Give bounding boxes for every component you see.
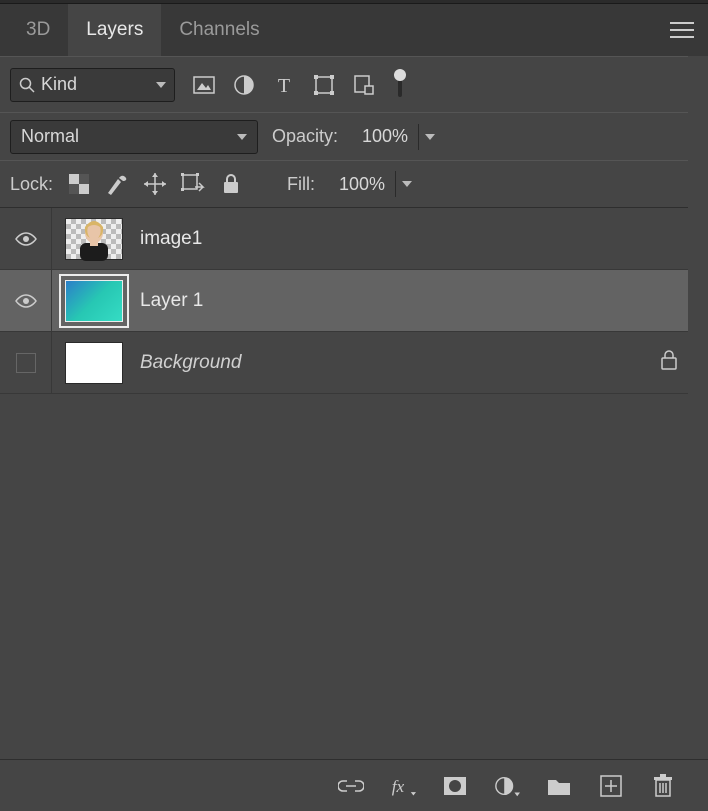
lock-icons	[67, 172, 243, 196]
filter-toggle[interactable]	[393, 71, 407, 99]
lock-transparency-icon[interactable]	[67, 172, 91, 196]
layer-name[interactable]: Background	[130, 352, 241, 374]
blend-row: Normal Opacity: 100%	[0, 112, 708, 160]
tab-channels[interactable]: Channels	[161, 4, 277, 56]
fill-value[interactable]: 100%	[329, 171, 391, 198]
lock-label: Lock:	[10, 174, 53, 195]
layer-row[interactable]: Layer 1	[0, 270, 708, 332]
shape-layer-filter-icon[interactable]	[313, 74, 335, 96]
fill-label: Fill:	[287, 174, 315, 195]
tab-3d[interactable]: 3D	[8, 4, 68, 56]
layer-style-icon[interactable]: fx	[390, 773, 416, 799]
layer-row[interactable]: Background	[0, 332, 708, 394]
fill-chevron[interactable]	[395, 171, 417, 197]
opacity-chevron[interactable]	[418, 124, 440, 150]
lock-row: Lock: Fill: 100%	[0, 160, 708, 208]
filter-row: Kind T	[0, 56, 708, 112]
layer-thumbnail[interactable]	[52, 218, 130, 260]
adjustment-layer-icon[interactable]	[494, 773, 520, 799]
kind-filter-select[interactable]: Kind	[10, 68, 175, 102]
chevron-down-icon	[402, 181, 412, 187]
panel-menu-icon[interactable]	[670, 22, 694, 38]
chevron-down-icon	[237, 134, 247, 140]
svg-text:fx: fx	[392, 777, 405, 796]
search-icon	[19, 77, 35, 93]
bottom-toolbar: fx	[0, 759, 708, 811]
kind-label: Kind	[41, 74, 77, 95]
smart-object-filter-icon[interactable]	[353, 74, 375, 96]
layer-thumbnail[interactable]	[52, 280, 130, 322]
scrollbar[interactable]	[688, 56, 708, 759]
visibility-empty-icon	[16, 353, 36, 373]
layer-name[interactable]: image1	[130, 228, 202, 250]
pixel-layer-filter-icon[interactable]	[193, 74, 215, 96]
fill-control[interactable]: 100%	[329, 171, 417, 198]
visibility-toggle[interactable]	[0, 332, 52, 393]
lock-all-icon[interactable]	[219, 172, 243, 196]
layers-list: image1 Layer 1 Background	[0, 208, 708, 394]
visibility-toggle[interactable]	[0, 270, 52, 331]
eye-icon	[14, 293, 38, 309]
layer-mask-icon[interactable]	[442, 773, 468, 799]
lock-position-icon[interactable]	[143, 172, 167, 196]
type-layer-filter-icon[interactable]: T	[273, 74, 295, 96]
layer-lock-icon	[660, 350, 678, 375]
lock-artboard-icon[interactable]	[181, 172, 205, 196]
panel-tabs: 3D Layers Channels	[0, 4, 708, 56]
opacity-control[interactable]: 100%	[352, 123, 440, 150]
adjustment-layer-filter-icon[interactable]	[233, 74, 255, 96]
new-layer-icon[interactable]	[598, 773, 624, 799]
chevron-down-icon	[425, 134, 435, 140]
opacity-value[interactable]: 100%	[352, 123, 414, 150]
lock-pixels-icon[interactable]	[105, 172, 129, 196]
visibility-toggle[interactable]	[0, 208, 52, 269]
group-icon[interactable]	[546, 773, 572, 799]
layer-row[interactable]: image1	[0, 208, 708, 270]
layer-name[interactable]: Layer 1	[130, 290, 203, 312]
link-layers-icon[interactable]	[338, 773, 364, 799]
chevron-down-icon	[156, 82, 166, 88]
blend-mode-select[interactable]: Normal	[10, 120, 258, 154]
layer-thumbnail[interactable]	[52, 342, 130, 384]
eye-icon	[14, 231, 38, 247]
opacity-label: Opacity:	[272, 126, 338, 147]
svg-text:T: T	[278, 75, 290, 95]
delete-layer-icon[interactable]	[650, 773, 676, 799]
tab-layers[interactable]: Layers	[68, 4, 161, 56]
blend-mode-value: Normal	[21, 126, 79, 147]
